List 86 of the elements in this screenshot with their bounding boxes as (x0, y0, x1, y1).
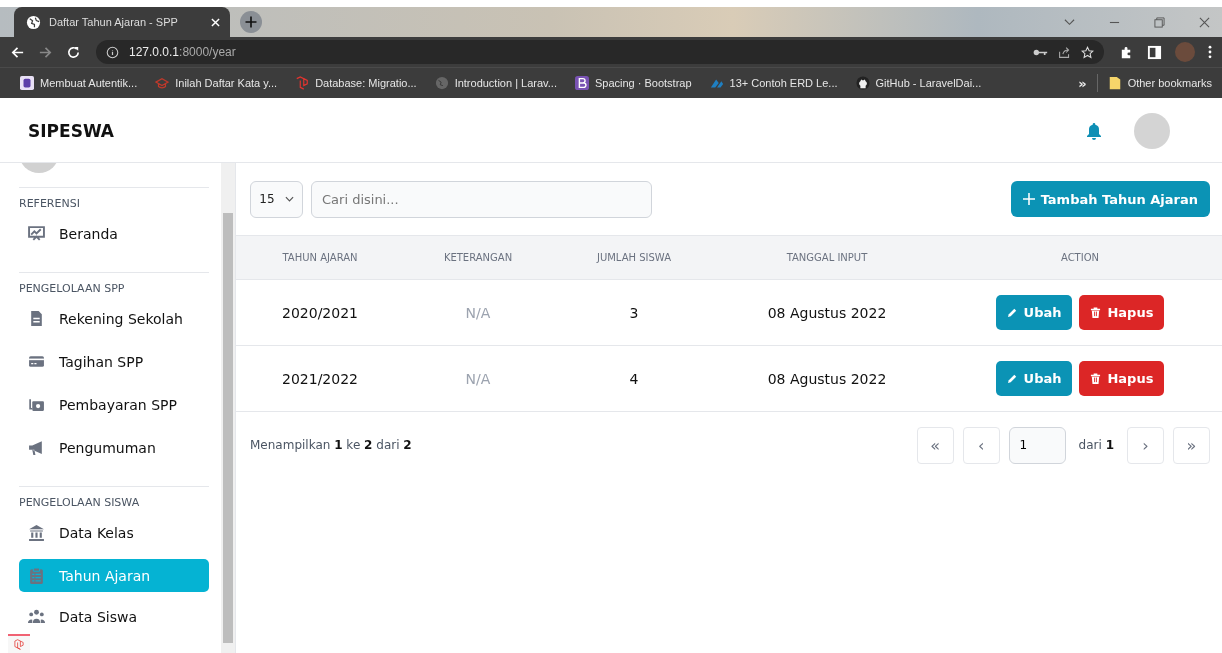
pencil-icon (1006, 307, 1018, 318)
bookmark[interactable]: Membuat Autentik... (20, 76, 138, 90)
trash-icon (1090, 373, 1102, 384)
info-icon (106, 45, 119, 59)
table-cell: 2020/2021 (282, 304, 358, 321)
scrollbar[interactable] (221, 163, 235, 653)
delete-button[interactable]: Hapus (1079, 361, 1165, 396)
page-number-field[interactable]: 1 (1008, 426, 1066, 464)
menu-item-icon (28, 396, 45, 413)
table-cell: 2021/2022 (282, 370, 358, 387)
tab-title: Daftar Tahun Ajaran - SPP (49, 16, 179, 28)
table-cell: 08 Agustus 2022 (767, 304, 887, 321)
laravel-logo-icon[interactable] (8, 634, 30, 653)
menu-item-icon (28, 567, 45, 584)
url-text: 127.0.0.1:8000/year (129, 45, 236, 59)
sidebar-item[interactable]: Data Kelas (19, 516, 209, 549)
more-bookmarks-button[interactable]: » (1078, 75, 1087, 91)
previous-page-button[interactable]: ‹ (962, 426, 1000, 464)
plus-icon[interactable] (240, 11, 262, 33)
side-panel-icon[interactable] (1147, 44, 1162, 60)
section-heading: PENGELOLAAN SISWA (19, 496, 141, 509)
sidebar-item[interactable]: Tagihan SPP (19, 345, 209, 378)
delete-button[interactable]: Hapus (1079, 295, 1165, 330)
bookmark-favicon-icon (155, 76, 170, 90)
more-options-icon[interactable] (1208, 45, 1212, 59)
sidebar-item[interactable]: Pengumuman (19, 431, 209, 464)
column-header: TAHUN AJARAN (282, 252, 358, 263)
menu-item-icon (28, 225, 45, 242)
table-cell: 4 (629, 370, 639, 387)
bookmark-favicon-icon (574, 76, 589, 90)
search-field[interactable]: Cari disini... (311, 180, 652, 218)
last-page-button[interactable]: » (1173, 426, 1210, 464)
column-header: KETERANGAN (443, 252, 513, 263)
bookmark-favicon-icon (295, 76, 310, 90)
pagination-summary: Menampilkan 1 ke 2 dari 2 (250, 438, 412, 452)
bookmark[interactable]: 13+ Contoh ERD Le... (709, 76, 838, 90)
menu-item-icon (28, 439, 45, 456)
menu-item-icon (28, 353, 45, 370)
edit-button[interactable]: Ubah (995, 361, 1073, 396)
browser-tab[interactable]: Daftar Tahun Ajaran - SPP (14, 7, 230, 37)
sidebar-item[interactable]: Data Siswa (19, 602, 209, 631)
key-icon[interactable] (1033, 47, 1048, 57)
bookmark-favicon-icon (20, 76, 34, 90)
globe-icon (26, 14, 41, 30)
page-size-select[interactable]: 15 (250, 180, 303, 218)
sidebar-item[interactable]: Beranda (19, 217, 209, 250)
chevron-down-icon[interactable] (1064, 16, 1075, 28)
reload-icon[interactable] (66, 44, 81, 60)
pencil-icon (1006, 373, 1018, 384)
table-cell: N/A (465, 370, 491, 387)
section-heading: REFERENSI (19, 197, 81, 210)
next-page-button[interactable]: › (1127, 426, 1164, 464)
column-header: JUMLAH SISWA (596, 252, 672, 263)
column-header: TANGGAL INPUT (786, 252, 868, 263)
add-button[interactable]: Tambah Tahun Ajaran (1010, 181, 1210, 217)
sidebar-item[interactable]: Pembayaran SPP (19, 388, 209, 421)
table-cell: 3 (629, 304, 639, 321)
sidebar-item[interactable]: Rekening Sekolah (19, 302, 209, 335)
star-icon[interactable] (1081, 45, 1094, 59)
menu-item-icon (28, 524, 45, 541)
page-total: dari 1 (1078, 438, 1114, 452)
bookmark-favicon-icon (434, 76, 449, 90)
menu-item-icon (28, 608, 45, 625)
menu-item-icon (28, 310, 45, 327)
bookmarks-folder[interactable]: Other bookmarks (1107, 76, 1212, 90)
section-heading: PENGELOLAAN SPP (19, 282, 126, 295)
first-page-button[interactable]: « (916, 426, 954, 464)
share-icon[interactable] (1058, 45, 1071, 59)
chevron-down-icon (284, 196, 294, 202)
column-header: ACTION (1060, 252, 1100, 263)
app-brand: SIPESWA (28, 121, 115, 141)
folder-icon (1107, 76, 1122, 90)
plus-icon (1022, 193, 1035, 205)
bell-icon[interactable] (1086, 122, 1102, 140)
address-bar[interactable]: 127.0.0.1:8000/year (96, 40, 1104, 64)
table-cell: 08 Agustus 2022 (767, 370, 887, 387)
bookmark[interactable]: Database: Migratio... (295, 76, 417, 90)
bookmark-favicon-icon (855, 76, 870, 90)
trash-icon (1090, 307, 1102, 318)
bookmark[interactable]: Spacing · Bootstrap (574, 76, 692, 90)
bookmark[interactable]: Introduction | Larav... (434, 76, 557, 90)
restore-icon[interactable] (1154, 16, 1165, 28)
table-cell: N/A (465, 304, 491, 321)
edit-button[interactable]: Ubah (995, 295, 1073, 330)
bookmark[interactable]: GitHub - LaravelDai... (855, 76, 982, 90)
bookmark[interactable]: Inilah Daftar Kata y... (155, 76, 278, 90)
